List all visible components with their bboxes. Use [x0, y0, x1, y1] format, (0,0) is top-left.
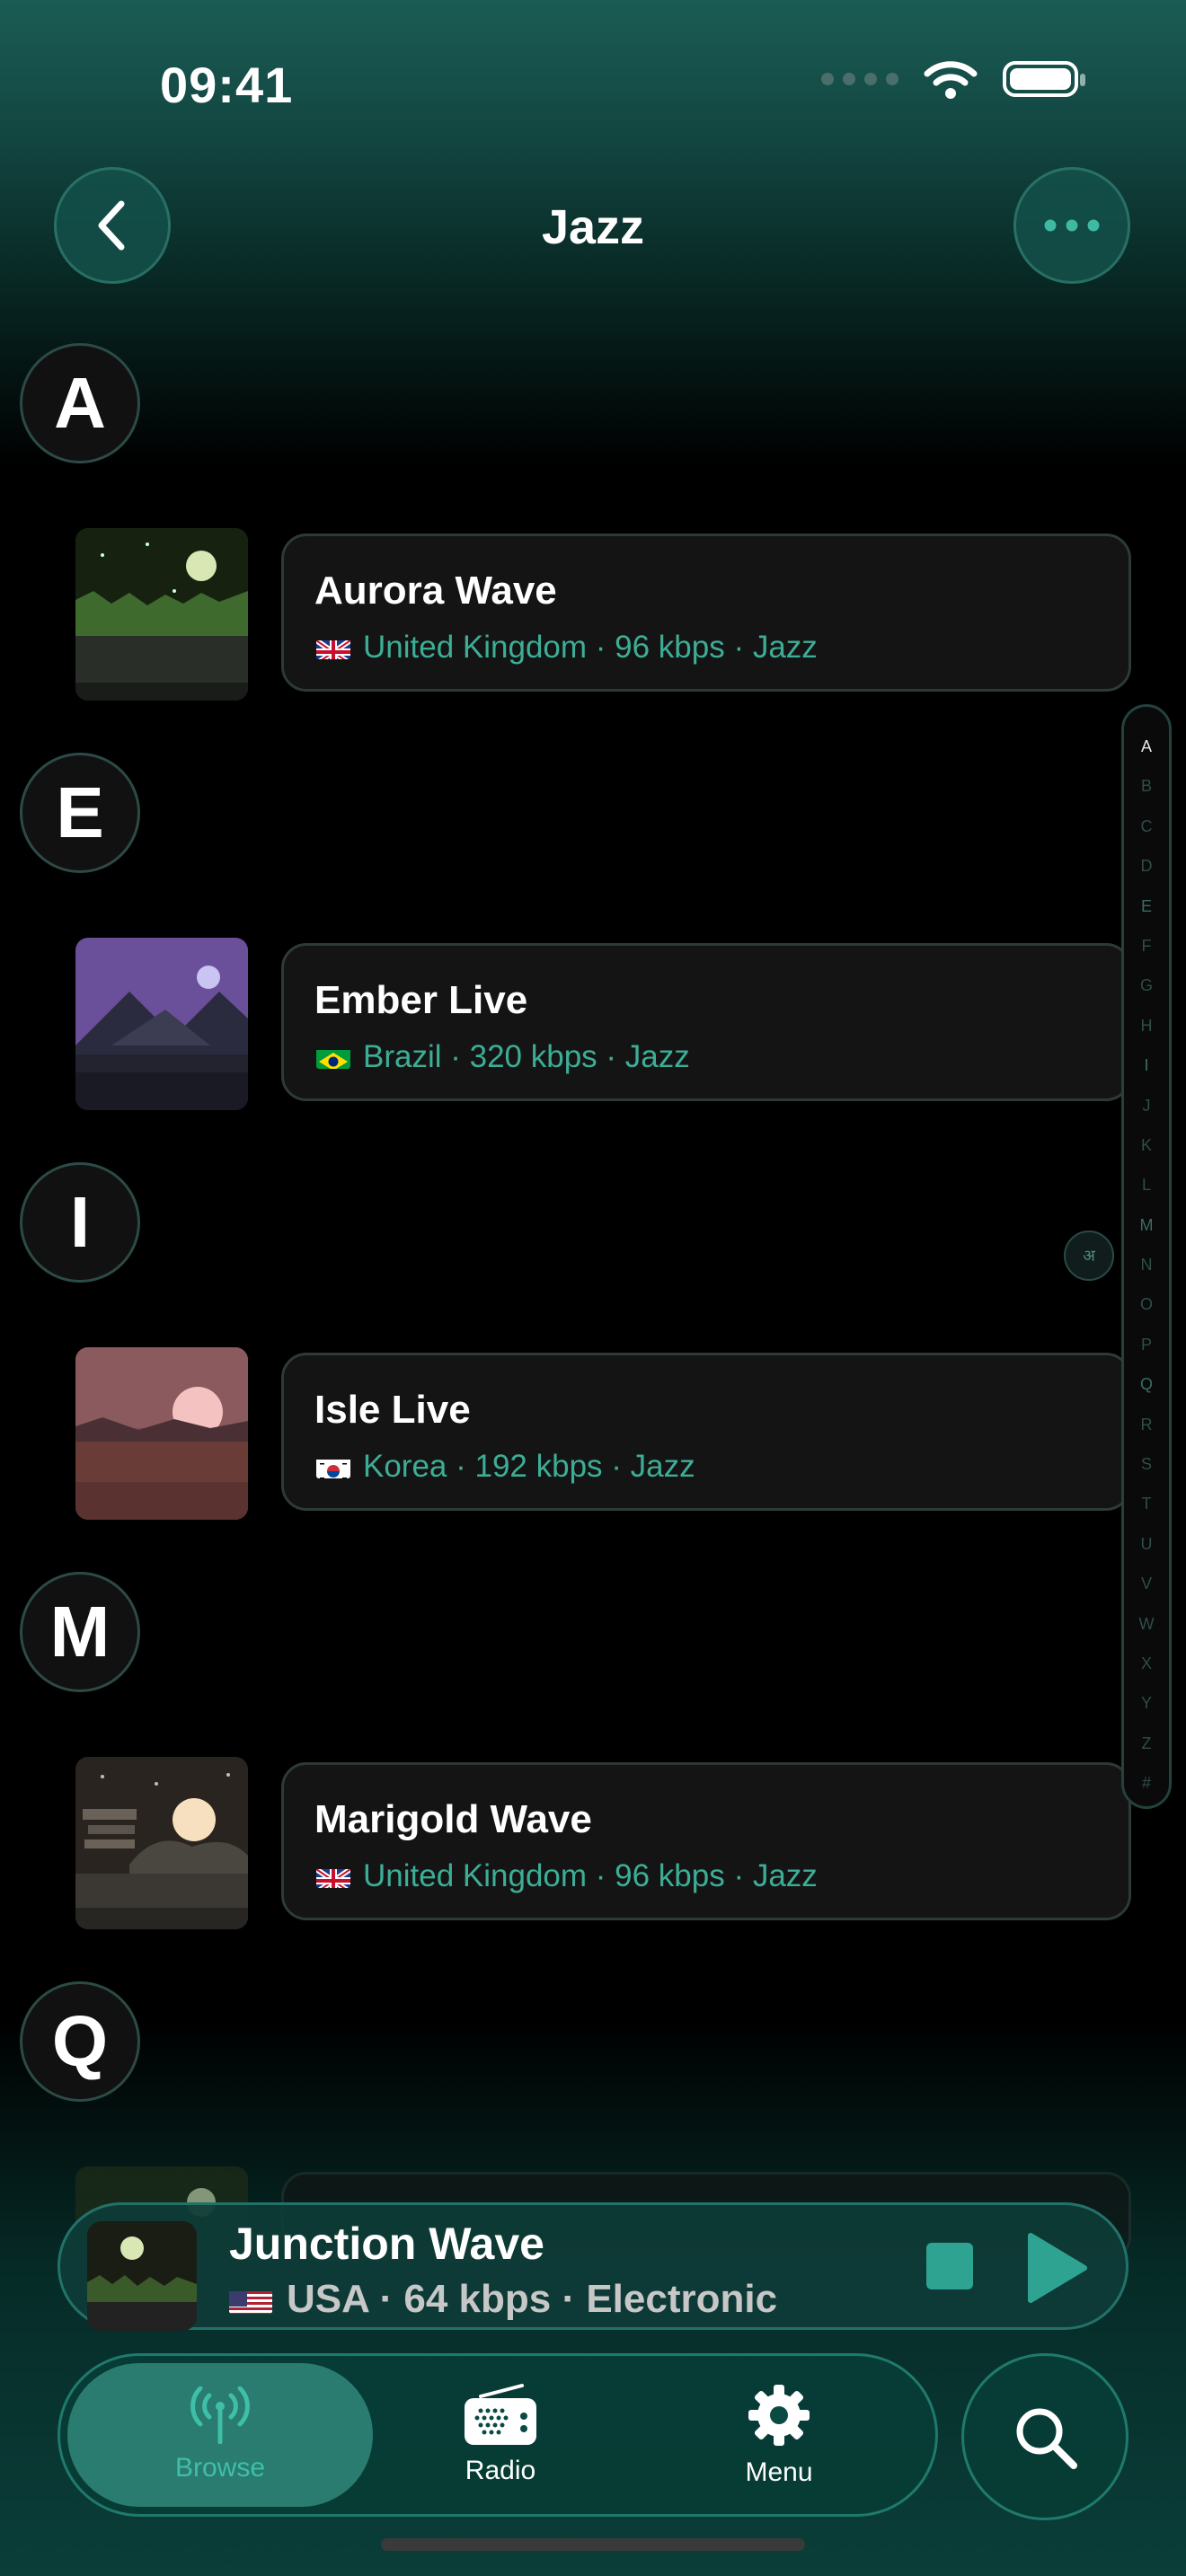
- index-letter[interactable]: D: [1141, 846, 1153, 886]
- antenna-icon: [190, 2386, 250, 2444]
- index-letter[interactable]: A: [1141, 727, 1152, 766]
- index-letter[interactable]: O: [1140, 1284, 1153, 1324]
- station-name: Marigold Wave: [314, 1797, 592, 1841]
- index-letter[interactable]: E: [1141, 887, 1152, 926]
- cellular-signal-icon: [821, 73, 898, 85]
- radio-icon: [465, 2384, 536, 2445]
- index-bubble: अ: [1064, 1231, 1114, 1281]
- section-header-q: Q: [20, 1981, 140, 2102]
- index-letter[interactable]: X: [1141, 1644, 1152, 1683]
- home-indicator: [381, 2538, 805, 2551]
- section-header-a: A: [20, 343, 140, 463]
- station-card-marigold-wave[interactable]: Marigold Wave United Kingdom · 96 kbps ·…: [281, 1762, 1131, 1920]
- index-letter[interactable]: I: [1144, 1045, 1148, 1085]
- tab-radio-label: Radio: [465, 2456, 536, 2485]
- index-letter[interactable]: S: [1141, 1444, 1152, 1484]
- play-button[interactable]: [1025, 2232, 1088, 2304]
- index-letter[interactable]: K: [1141, 1125, 1152, 1165]
- tab-menu-label: Menu: [745, 2457, 813, 2487]
- page-title: Jazz: [541, 200, 645, 254]
- stop-button[interactable]: [926, 2243, 973, 2289]
- index-letter[interactable]: Z: [1142, 1724, 1152, 1763]
- index-letter[interactable]: B: [1141, 766, 1152, 806]
- index-letter[interactable]: M: [1140, 1205, 1154, 1245]
- more-options-button[interactable]: [1013, 167, 1130, 284]
- usa-flag-icon: [229, 2285, 272, 2314]
- status-time: 09:41: [160, 57, 294, 113]
- station-card-aurora-wave[interactable]: Aurora Wave United Kingdom · 96 kbps · J…: [281, 534, 1131, 692]
- station-card-isle-live[interactable]: Isle Live Korea · 192 kbps · Jazz: [281, 1353, 1131, 1511]
- now-playing-artwork: [87, 2221, 197, 2331]
- index-letter[interactable]: H: [1141, 1006, 1153, 1045]
- alphabet-index-scrubber[interactable]: A B C D E F G H I J K L M N O P Q R S T U V W X Y Z #: [1121, 704, 1172, 1809]
- ellipsis-icon: [1044, 219, 1100, 232]
- index-letter[interactable]: #: [1142, 1763, 1151, 1803]
- uk-flag-icon: [316, 1865, 350, 1888]
- station-name: Ember Live: [314, 978, 528, 1022]
- tab-browse-label: Browse: [174, 2453, 266, 2483]
- uk-flag-icon: [316, 636, 350, 659]
- tab-browse[interactable]: Browse: [67, 2363, 373, 2507]
- korea-flag-icon: [316, 1455, 350, 1478]
- station-meta-row: United Kingdom · 96 kbps · Jazz: [316, 630, 818, 666]
- station-meta: United Kingdom · 96 kbps · Jazz: [363, 630, 818, 665]
- search-icon: [1016, 2408, 1077, 2469]
- battery-icon: [1003, 61, 1085, 97]
- section-header-i: I: [20, 1162, 140, 1283]
- brazil-flag-icon: [316, 1045, 350, 1069]
- station-meta: Brazil · 320 kbps · Jazz: [363, 1039, 690, 1074]
- gear-icon: [748, 2385, 810, 2446]
- station-card-ember-live[interactable]: Ember Live Brazil · 320 kbps · Jazz: [281, 943, 1131, 1101]
- station-artwork: [75, 1757, 248, 1929]
- station-meta: Korea · 192 kbps · Jazz: [363, 1449, 695, 1484]
- station-artwork: [75, 1347, 248, 1520]
- now-playing-meta: USA · 64 kbps · Electronic: [287, 2277, 778, 2321]
- station-meta-row: United Kingdom · 96 kbps · Jazz: [316, 1858, 818, 1894]
- tab-bar: Browse Radio Menu: [58, 2353, 938, 2517]
- index-letter[interactable]: P: [1141, 1325, 1152, 1364]
- tab-menu[interactable]: Menu: [626, 2363, 932, 2507]
- index-letter[interactable]: W: [1139, 1604, 1155, 1644]
- station-artwork: [75, 528, 248, 701]
- station-meta: United Kingdom · 96 kbps · Jazz: [363, 1858, 818, 1893]
- status-icons: [821, 59, 1085, 99]
- search-button[interactable]: [961, 2353, 1128, 2520]
- station-meta-row: Korea · 192 kbps · Jazz: [316, 1449, 695, 1485]
- index-letter[interactable]: N: [1141, 1245, 1153, 1284]
- section-header-m: M: [20, 1572, 140, 1692]
- index-letter[interactable]: Y: [1141, 1683, 1152, 1723]
- now-playing-bar[interactable]: Junction Wave USA · 64 kbps · Electronic: [58, 2202, 1128, 2331]
- station-artwork: [75, 938, 248, 1110]
- index-letter[interactable]: G: [1140, 966, 1153, 1005]
- index-letter[interactable]: L: [1142, 1165, 1151, 1204]
- station-name: Aurora Wave: [314, 569, 557, 613]
- now-playing-meta-row: USA · 64 kbps · Electronic: [229, 2277, 777, 2322]
- index-letter[interactable]: F: [1142, 926, 1152, 966]
- index-letter[interactable]: V: [1141, 1564, 1152, 1603]
- tab-radio[interactable]: Radio: [348, 2363, 653, 2507]
- section-header-e: E: [20, 753, 140, 873]
- now-playing-title: Junction Wave: [229, 2219, 544, 2269]
- station-name: Isle Live: [314, 1388, 471, 1432]
- index-letter[interactable]: Q: [1140, 1364, 1153, 1404]
- wifi-icon: [924, 61, 978, 99]
- index-letter[interactable]: T: [1142, 1484, 1152, 1523]
- index-letter[interactable]: J: [1143, 1086, 1151, 1125]
- station-meta-row: Brazil · 320 kbps · Jazz: [316, 1039, 690, 1075]
- index-letter[interactable]: U: [1141, 1524, 1153, 1564]
- index-letter[interactable]: C: [1141, 807, 1153, 846]
- index-letter[interactable]: R: [1141, 1405, 1153, 1444]
